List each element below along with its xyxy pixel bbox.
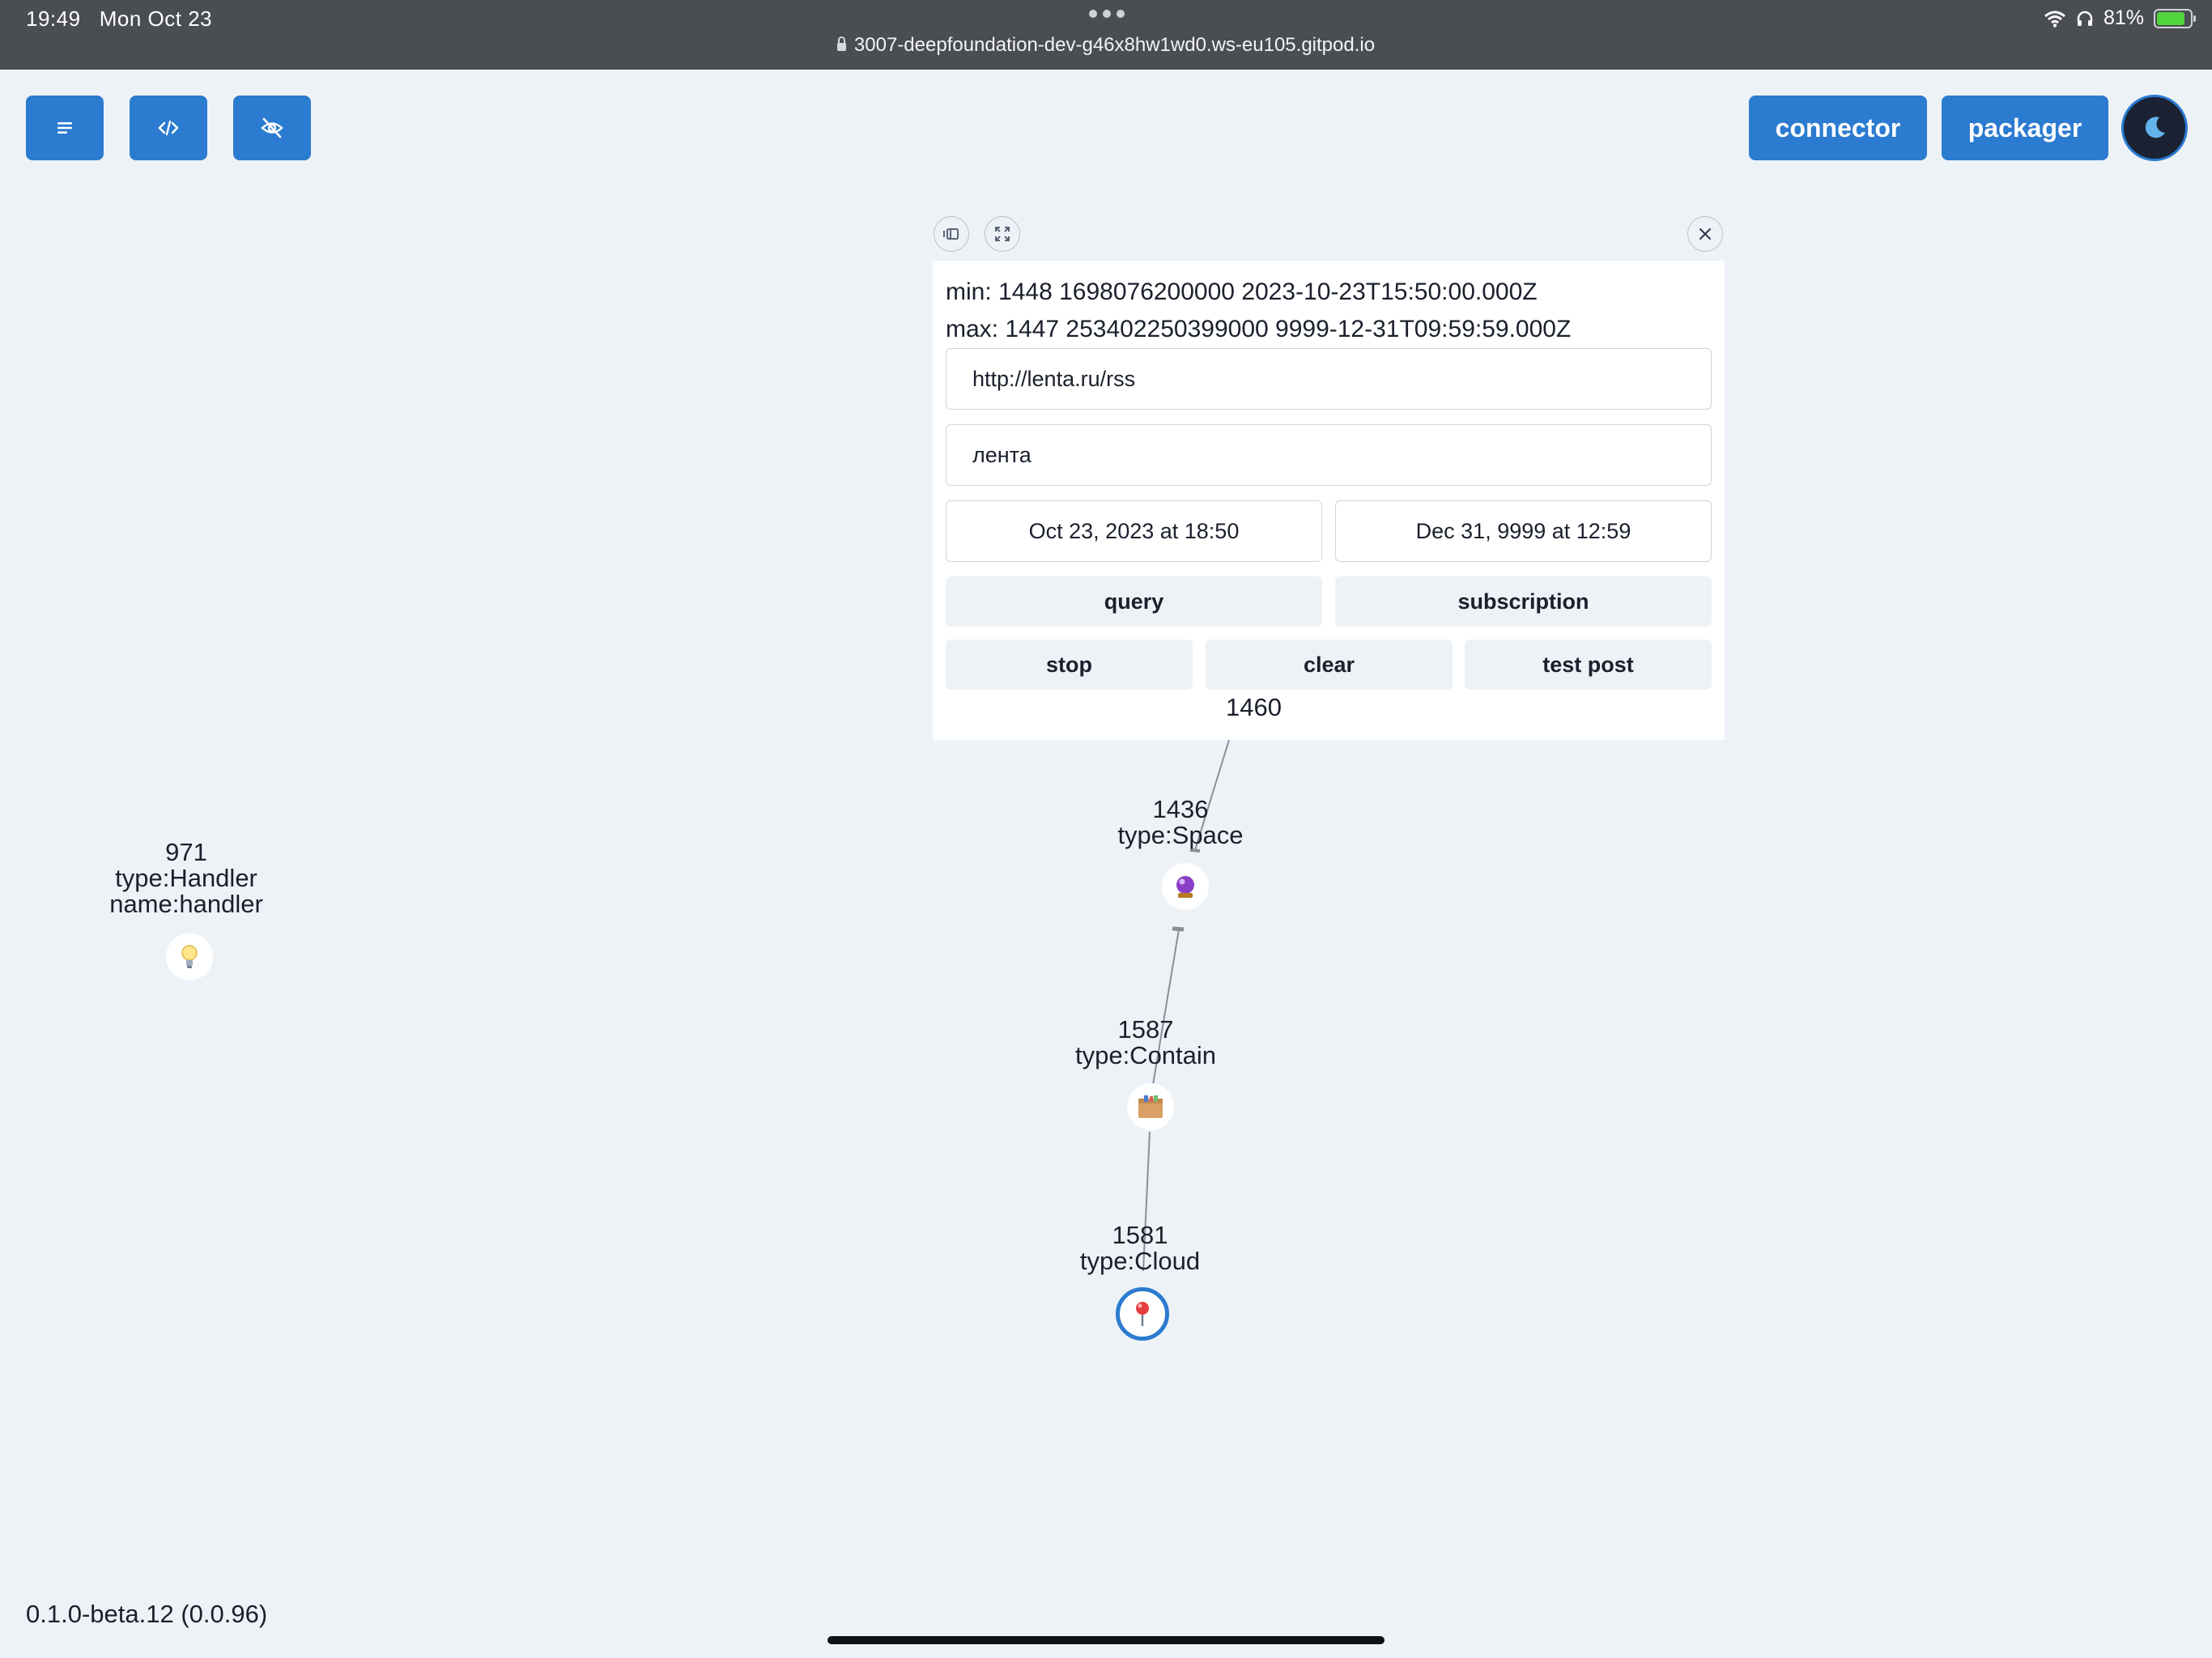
package-box-icon — [1138, 1095, 1163, 1118]
max-info: max: 1447 253402250399000 9999-12-31T09:… — [946, 316, 1572, 342]
date-from-picker[interactable]: Oct 23, 2023 at 18:50 — [946, 500, 1322, 562]
battery-percent: 81% — [2103, 6, 2144, 29]
node-971[interactable] — [166, 933, 213, 980]
menu-lines-icon — [57, 122, 72, 134]
node-1587[interactable] — [1127, 1083, 1174, 1130]
node-1436[interactable] — [1162, 863, 1209, 910]
node-1581[interactable] — [1116, 1287, 1169, 1341]
item-count: 1460 — [1226, 693, 1282, 721]
node-1587-id: 1587 — [1117, 1015, 1174, 1044]
min-info: min: 1448 1698076200000 2023-10-23T15:50… — [946, 278, 1538, 305]
test-post-button[interactable]: test post — [1465, 640, 1712, 690]
wifi-icon — [2044, 11, 2065, 28]
node-1581-id: 1581 — [1112, 1221, 1168, 1249]
status-indicators: 81% — [2044, 6, 2196, 30]
rss-url-value: http://lenta.ru/rss — [972, 366, 1136, 391]
node-1436-type: type:Space — [1117, 821, 1244, 849]
close-icon — [1699, 228, 1711, 240]
feed-name-input[interactable]: лента — [946, 424, 1712, 486]
menu-button[interactable] — [26, 96, 104, 160]
status-time: 19:49 Mon Oct 23 — [26, 6, 212, 32]
rss-url-input[interactable]: http://lenta.ru/rss — [946, 348, 1712, 410]
node-971-type: type:Handler — [115, 864, 257, 892]
query-button[interactable]: query — [946, 576, 1322, 627]
code-brackets-icon — [158, 120, 179, 136]
node-971-name: name:handler — [109, 890, 263, 918]
date-to-picker[interactable]: Dec 31, 9999 at 12:59 — [1335, 500, 1712, 562]
address-bar[interactable]: 3007-deepfoundation-dev-g46x8hw1wd0.ws-e… — [0, 34, 2212, 57]
node-1581-label: 1581 type:Cloud — [1043, 1222, 1237, 1274]
feed-name-value: лента — [972, 442, 1032, 467]
status-date: Mon Oct 23 — [99, 6, 213, 31]
multitasking-dots-icon[interactable] — [1089, 10, 1125, 19]
stop-button[interactable]: stop — [946, 640, 1193, 690]
connector-button[interactable]: connector — [1749, 96, 1927, 160]
version-label: 0.1.0-beta.12 (0.0.96) — [26, 1600, 268, 1628]
moon-icon — [2145, 117, 2165, 138]
eye-off-icon — [261, 117, 283, 138]
node-1436-id: 1436 — [1152, 795, 1209, 823]
lightbulb-icon — [181, 945, 198, 968]
date-to-value: Dec 31, 9999 at 12:59 — [1415, 518, 1631, 543]
edge-marker — [1189, 848, 1201, 852]
visibility-toggle-button[interactable] — [233, 96, 311, 160]
node-971-label: 971 type:Handler name:handler — [105, 840, 267, 917]
node-1581-type: type:Cloud — [1079, 1247, 1201, 1275]
panel-dock-button[interactable] — [934, 216, 969, 252]
node-1436-label: 1436 type:Space — [1083, 797, 1278, 848]
node-1587-label: 1587 type:Contain — [1049, 1017, 1243, 1069]
home-indicator[interactable] — [827, 1636, 1385, 1644]
panel-expand-button[interactable] — [985, 216, 1020, 252]
crystal-ball-icon — [1176, 876, 1194, 898]
clear-button[interactable]: clear — [1206, 640, 1453, 690]
status-time-clock: 19:49 — [26, 6, 81, 31]
theme-toggle-button[interactable] — [2121, 95, 2188, 161]
lock-icon — [836, 36, 846, 51]
packager-button[interactable]: packager — [1942, 96, 2108, 160]
map-pin-icon — [1136, 1302, 1149, 1326]
battery-icon — [2154, 8, 2196, 28]
address-url: 3007-deepfoundation-dev-g46x8hw1wd0.ws-e… — [853, 34, 1376, 56]
expand-arrows-icon — [995, 227, 1010, 241]
subscription-button[interactable]: subscription — [1335, 576, 1712, 627]
dock-panel-icon — [943, 228, 959, 240]
code-button[interactable] — [130, 96, 207, 160]
node-971-id: 971 — [165, 838, 207, 866]
rss-subscription-panel: min: 1448 1698076200000 2023-10-23T15:50… — [933, 261, 1725, 740]
panel-close-button[interactable] — [1687, 216, 1723, 252]
date-from-value: Oct 23, 2023 at 18:50 — [1028, 518, 1240, 543]
status-bar: 19:49 Mon Oct 23 3007-deepfoundation-dev… — [0, 0, 2212, 70]
headphones-icon — [2077, 11, 2093, 26]
node-1587-type: type:Contain — [1074, 1041, 1217, 1069]
